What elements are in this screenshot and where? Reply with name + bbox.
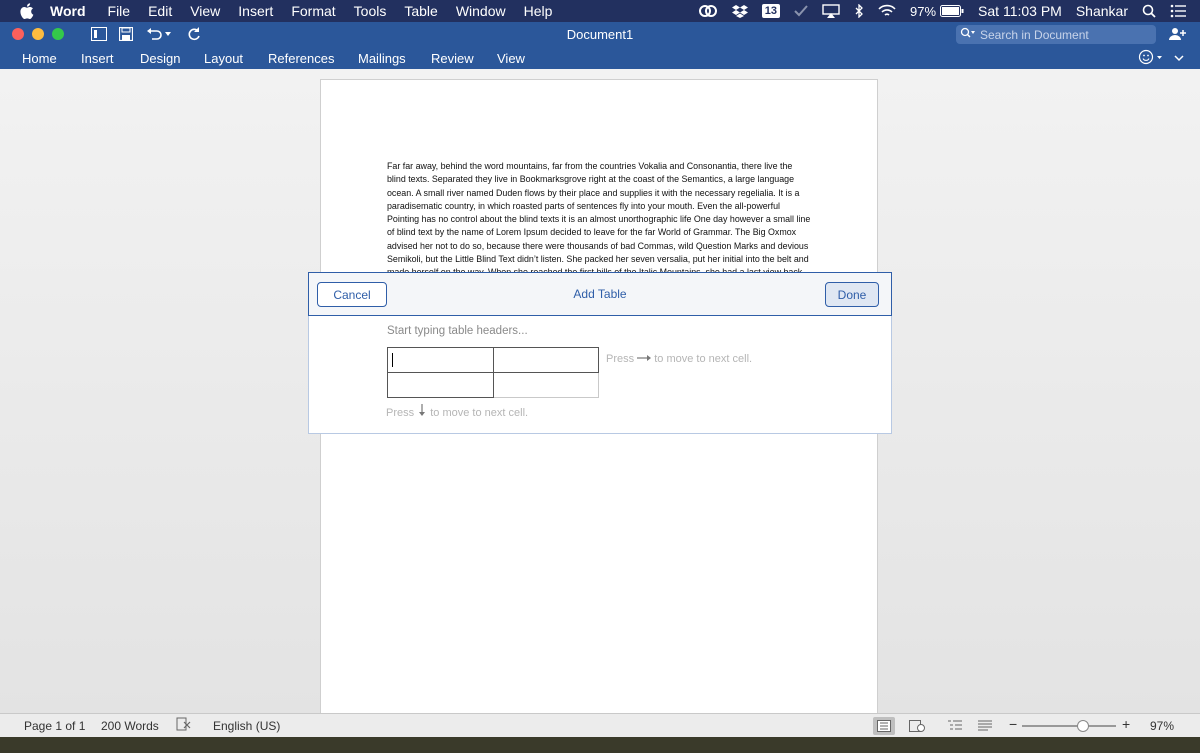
page-count[interactable]: Page 1 of 1 [24,719,85,733]
table-row [387,347,599,373]
done-button[interactable]: Done [825,282,879,307]
search-placeholder: Search in Document [980,27,1089,42]
clock[interactable]: Sat 11:03 PM [978,3,1062,19]
menu-table[interactable]: Table [404,3,437,19]
draft-view-icon[interactable] [974,717,996,735]
word-count[interactable]: 200 Words [101,719,159,733]
text-cursor [392,352,393,367]
share-add-person-icon[interactable] [1168,25,1186,43]
creative-cloud-icon[interactable] [698,4,718,18]
menu-edit[interactable]: Edit [148,3,172,19]
proofing-icon[interactable] [176,717,192,734]
outline-view-icon[interactable] [944,717,966,735]
zoom-slider-track[interactable] [1022,725,1116,727]
tab-home[interactable]: Home [22,51,57,66]
user-name[interactable]: Shankar [1076,3,1128,19]
next-cell-down-hint: Press to move to next cell. [386,404,528,419]
battery-icon[interactable] [940,5,964,17]
arrow-down-icon [417,404,427,419]
hint-press-label: Press [606,353,635,365]
table-cell-r2c2[interactable] [492,372,599,398]
wifi-icon[interactable] [878,4,896,18]
spotlight-search-icon[interactable] [1142,4,1156,18]
checkmark-icon [794,5,808,17]
tab-review[interactable]: Review [431,51,474,66]
add-table-panel: Start typing table headers... Press to m… [308,316,892,434]
zoom-slider-thumb[interactable] [1077,720,1089,732]
arrow-right-icon [637,353,652,365]
dropbox-icon[interactable] [731,4,748,18]
web-layout-view-icon[interactable] [906,717,928,735]
word-title-bar: Document1 Search in Document [0,22,1200,47]
menu-help[interactable]: Help [524,3,553,19]
table-cell-r1c1[interactable] [387,347,494,373]
add-table-title: Add Table [573,287,627,301]
menu-app-word[interactable]: Word [50,3,86,19]
battery-percent[interactable]: 97% [910,4,936,19]
search-icon [960,27,976,42]
zoom-level[interactable]: 97% [1150,719,1174,733]
zoom-in-button[interactable]: + [1122,716,1130,732]
print-layout-view-icon[interactable] [873,717,895,735]
add-table-toolbar: Cancel Add Table Done [308,272,892,316]
tab-mailings[interactable]: Mailings [358,51,406,66]
status-bar: Page 1 of 1 200 Words English (US) − + 9… [0,713,1200,737]
notification-count-badge[interactable]: 13 [761,4,781,18]
tab-layout[interactable]: Layout [204,51,243,66]
feedback-smiley-icon[interactable] [1138,49,1168,68]
menu-view[interactable]: View [190,3,220,19]
tab-view[interactable]: View [497,51,525,66]
collapse-ribbon-chevron-icon[interactable] [1174,50,1184,65]
tab-insert[interactable]: Insert [81,51,114,66]
bluetooth-icon[interactable] [854,4,864,18]
hint-right-text: to move to next cell. [654,353,753,365]
menu-tools[interactable]: Tools [354,3,387,19]
table-cell-r1c2[interactable] [492,347,599,373]
next-cell-right-hint: Press to move to next cell. [606,353,752,365]
ribbon-tab-bar: Home Insert Design Layout References Mai… [0,47,1200,69]
menu-window[interactable]: Window [456,3,506,19]
hint-down-text: to move to next cell. [430,407,529,419]
hint-press-label: Press [386,407,415,419]
language-indicator[interactable]: English (US) [213,719,280,733]
apple-icon[interactable] [18,2,36,20]
menu-file[interactable]: File [108,3,131,19]
notification-center-icon[interactable] [1170,4,1186,18]
airplay-icon[interactable] [822,4,840,18]
zoom-out-button[interactable]: − [1009,716,1017,732]
search-in-document-input[interactable]: Search in Document [956,25,1156,44]
menu-format[interactable]: Format [291,3,335,19]
table-row [387,372,599,398]
table-cell-r2c1[interactable] [387,372,494,398]
tab-references[interactable]: References [268,51,334,66]
table-headers-hint: Start typing table headers... [387,325,528,337]
menu-insert[interactable]: Insert [238,3,273,19]
new-table-grid[interactable] [387,347,599,398]
desktop-background-strip [0,737,1200,753]
tab-design[interactable]: Design [140,51,180,66]
macos-menu-bar: Word File Edit View Insert Format Tools … [0,0,1200,22]
